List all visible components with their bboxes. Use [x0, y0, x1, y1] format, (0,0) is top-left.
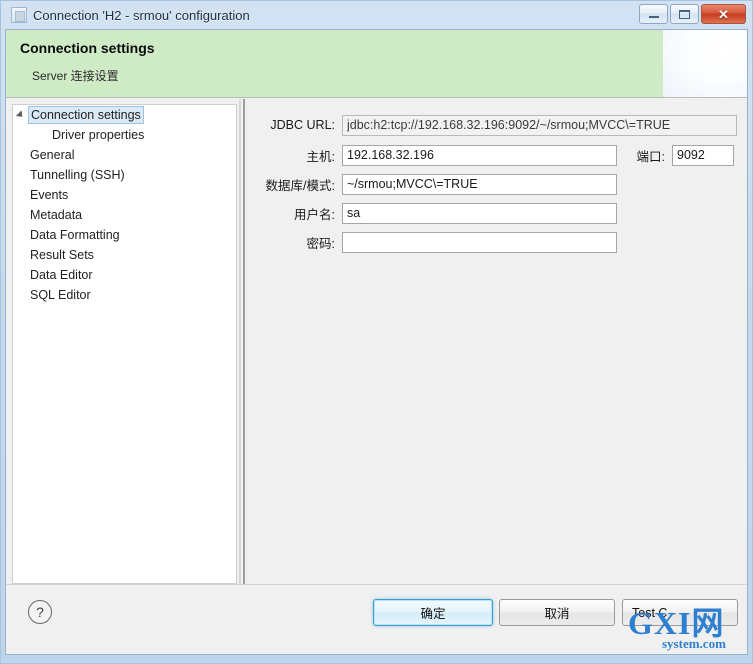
sidebar-item-label: Events [30, 188, 69, 202]
database-input[interactable] [342, 173, 617, 195]
sidebar-item-data-editor[interactable]: Data Editor [13, 265, 236, 285]
header-banner: Connection settings Server 连接设置 [6, 30, 747, 98]
title-bar[interactable]: Connection 'H2 - srmou' configuration ✕ [5, 1, 748, 29]
host-input[interactable] [342, 144, 617, 166]
sidebar-item-label: Driver properties [52, 128, 145, 142]
minimize-icon [648, 15, 659, 18]
sidebar-item-driver-properties[interactable]: Driver properties [13, 125, 236, 145]
jdbc-url-row: JDBC URL: [247, 114, 737, 136]
host-row: 主机: 端口: [247, 144, 734, 166]
sidebar-item-metadata[interactable]: Metadata [13, 205, 236, 225]
close-icon: ✕ [718, 6, 729, 22]
password-input[interactable] [342, 231, 617, 253]
maximize-button[interactable] [670, 4, 699, 24]
page-subtitle: Server 连接设置 [32, 69, 119, 83]
content-area: Connection settings Driver properties Ge… [6, 99, 747, 639]
window-icon [11, 7, 27, 23]
window-title: Connection 'H2 - srmou' configuration [33, 7, 250, 23]
banner-decoration-image [663, 30, 747, 97]
sidebar-item-label: Tunnelling (SSH) [30, 168, 125, 182]
minimize-button[interactable] [639, 4, 668, 24]
expand-collapse-icon[interactable] [13, 110, 27, 120]
sidebar-item-label: Metadata [30, 208, 83, 222]
database-row: 数据库/模式: [247, 173, 617, 195]
sidebar-item-result-sets[interactable]: Result Sets [13, 245, 236, 265]
sidebar-item-sql-editor[interactable]: SQL Editor [13, 285, 236, 305]
sidebar-item-label: Data Formatting [30, 228, 120, 242]
connection-settings-form: JDBC URL: 主机: 端口: 数据库/模式: 用户名: [247, 99, 747, 586]
port-label: 端口: [636, 149, 665, 164]
jdbc-url-label: JDBC URL: [270, 118, 335, 132]
sidebar-item-label: General [30, 148, 75, 162]
sidebar-item-label: Connection settings [28, 106, 144, 124]
panel-splitter[interactable] [239, 99, 245, 586]
username-label: 用户名: [294, 207, 335, 222]
sidebar-item-label: Data Editor [30, 268, 93, 282]
maximize-icon [679, 9, 690, 19]
sidebar-item-label: Result Sets [30, 248, 94, 262]
help-icon[interactable]: ? [28, 600, 52, 624]
password-label: 密码: [306, 236, 335, 251]
jdbc-url-input[interactable] [342, 114, 737, 136]
ok-button[interactable]: 确定 [373, 599, 493, 626]
sidebar-item-tunnelling-ssh[interactable]: Tunnelling (SSH) [13, 165, 236, 185]
window-controls: ✕ [639, 4, 746, 24]
page-title: Connection settings [20, 40, 155, 56]
sidebar-item-label: SQL Editor [30, 288, 91, 302]
host-label: 主机: [306, 149, 335, 164]
dialog-body: Connection settings Server 连接设置 Connecti… [5, 29, 748, 655]
sidebar-item-data-formatting[interactable]: Data Formatting [13, 225, 236, 245]
database-label: 数据库/模式: [265, 178, 335, 193]
dialog-button-bar: ? 确定 取消 Test C [6, 584, 747, 654]
username-row: 用户名: [247, 202, 617, 224]
cancel-button[interactable]: 取消 [499, 599, 615, 626]
dialog-window: Connection 'H2 - srmou' configuration ✕ … [0, 0, 753, 664]
test-connection-button[interactable]: Test C [622, 599, 738, 626]
username-input[interactable] [342, 202, 617, 224]
sidebar-item-events[interactable]: Events [13, 185, 236, 205]
settings-tree: Connection settings Driver properties Ge… [12, 104, 237, 584]
close-button[interactable]: ✕ [701, 4, 746, 24]
port-input[interactable] [672, 144, 734, 166]
sidebar-item-general[interactable]: General [13, 145, 236, 165]
sidebar-item-connection-settings[interactable]: Connection settings [13, 105, 236, 125]
password-row: 密码: [247, 231, 617, 253]
